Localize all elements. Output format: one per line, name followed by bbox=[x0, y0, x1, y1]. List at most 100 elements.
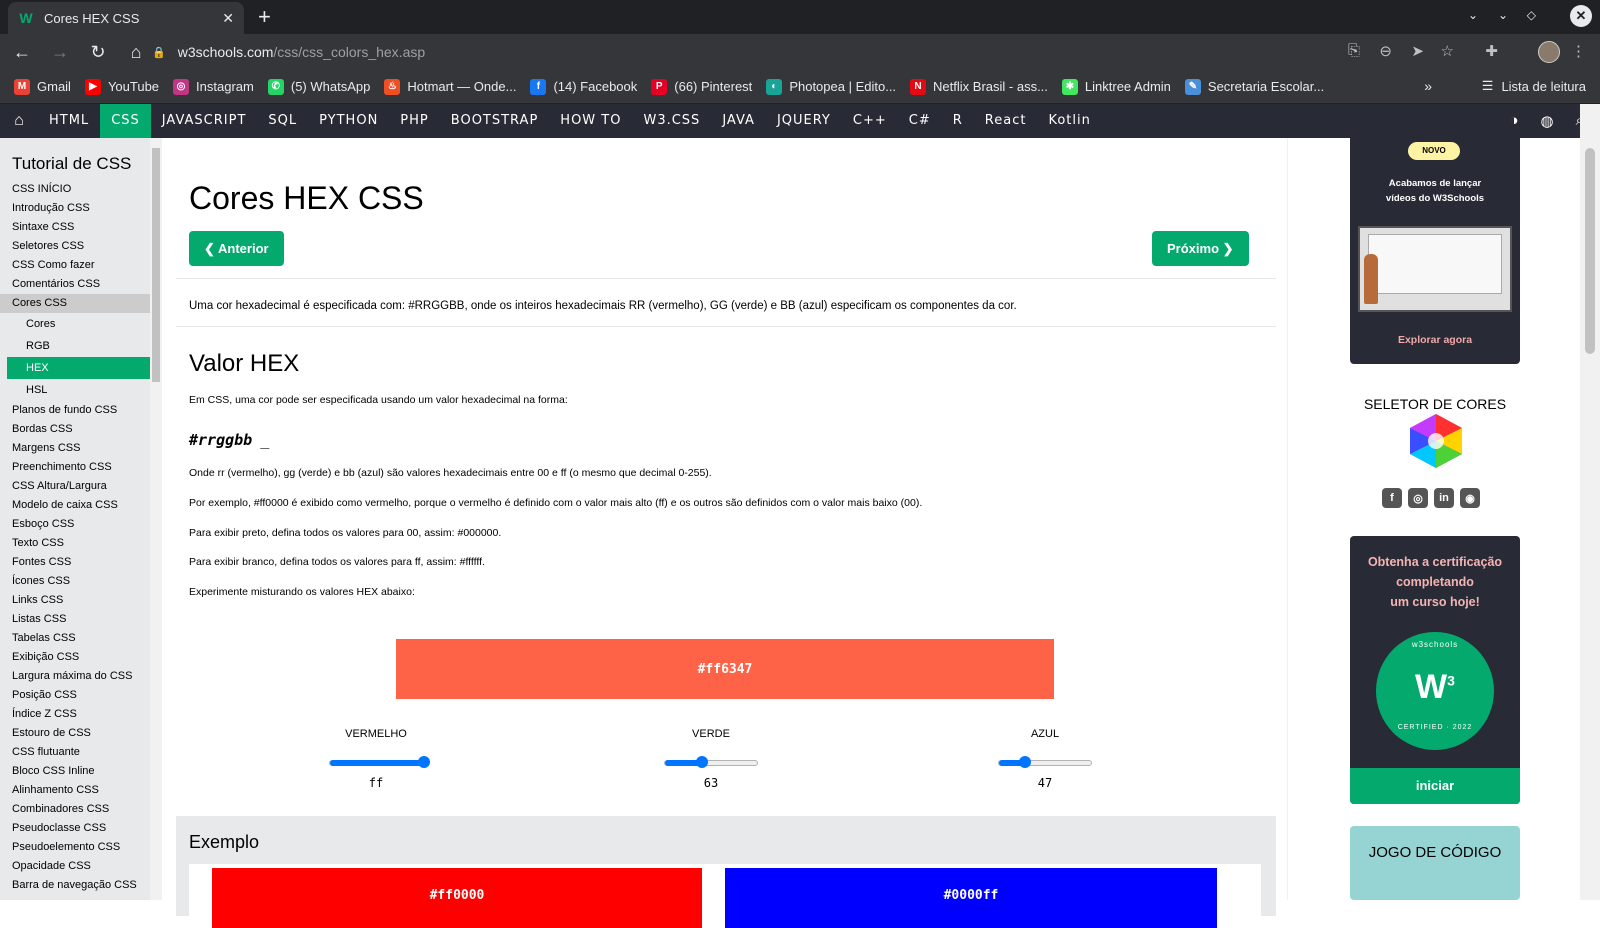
bookmark-whatsapp[interactable]: ✆ (5) WhatsApp bbox=[267, 78, 370, 95]
sidebar-link[interactable]: Estouro de CSS bbox=[0, 724, 160, 743]
sidebar-link[interactable]: Modelo de caixa CSS bbox=[0, 496, 160, 515]
sidebar-link[interactable]: Alinhamento CSS bbox=[0, 781, 160, 800]
translate-icon[interactable]: ⎘ bbox=[1348, 42, 1360, 59]
sidebar-link-colors-section[interactable]: Cores CSS bbox=[0, 294, 160, 313]
code-game-card[interactable]: JOGO DE CÓDIGO bbox=[1350, 826, 1520, 900]
green-slider[interactable] bbox=[664, 756, 758, 768]
discord-icon[interactable]: ◉ bbox=[1460, 488, 1480, 508]
topnav-item-how-to[interactable]: HOW TO bbox=[549, 104, 632, 138]
sidebar-link[interactable]: Introdução CSS bbox=[0, 199, 160, 218]
sidebar-link[interactable]: Exibição CSS bbox=[0, 648, 160, 667]
topnav-item-php[interactable]: PHP bbox=[389, 104, 439, 138]
sidebar-link[interactable]: Preenchimento CSS bbox=[0, 458, 160, 477]
sidebar-link[interactable]: Combinadores CSS bbox=[0, 800, 160, 819]
topnav-item-w3-css[interactable]: W3.CSS bbox=[632, 104, 711, 138]
sidebar-link[interactable]: CSS INÍCIO bbox=[0, 180, 160, 199]
sidebar-link[interactable]: Esboço CSS bbox=[0, 515, 160, 534]
sidebar-link[interactable]: CSS Como fazer bbox=[0, 256, 160, 275]
explore-link[interactable]: Explorar agora bbox=[1350, 334, 1520, 346]
topnav-item-jquery[interactable]: JQUERY bbox=[766, 104, 842, 138]
sidebar-link[interactable]: Barra de navegação CSS bbox=[0, 876, 160, 895]
lock-icon[interactable]: 🔒 bbox=[152, 46, 166, 59]
sidebar-subitem-cores[interactable]: Cores bbox=[7, 313, 150, 335]
topnav-item-c-[interactable]: C++ bbox=[842, 104, 898, 138]
linkedin-icon[interactable]: in bbox=[1434, 488, 1454, 508]
instagram-icon[interactable]: ◎ bbox=[1408, 488, 1428, 508]
bookmark-secretaria[interactable]: ✎ Secretaria Escolar... bbox=[1184, 78, 1324, 95]
color-picker-title[interactable]: SELETOR DE CORES bbox=[1326, 396, 1544, 412]
sidebar-subitem-rgb[interactable]: RGB bbox=[7, 335, 150, 357]
red-slider-thumb[interactable] bbox=[418, 756, 430, 768]
sidebar-link[interactable]: Comentários CSS bbox=[0, 275, 160, 294]
bookmark-netflix[interactable]: N Netflix Brasil - ass... bbox=[910, 78, 1048, 95]
forward-icon[interactable]: → bbox=[44, 42, 76, 63]
menu-dots-icon[interactable]: ⋮ bbox=[1571, 42, 1586, 60]
bookmark-star-icon[interactable]: ☆ bbox=[1441, 42, 1454, 60]
address-bar[interactable]: 🔒 w3schools.com/css/css_colors_hex.asp bbox=[142, 38, 1342, 66]
reload-icon[interactable]: ↻ bbox=[82, 42, 114, 63]
topnav-item-python[interactable]: PYTHON bbox=[308, 104, 389, 138]
zoom-icon[interactable]: ⊖ bbox=[1379, 42, 1392, 60]
sidebar-link[interactable]: Tabelas CSS bbox=[0, 629, 160, 648]
tab-close-icon[interactable]: ✕ bbox=[222, 10, 234, 27]
blue-slider[interactable] bbox=[998, 756, 1092, 768]
next-button[interactable]: Próximo ❯ bbox=[1152, 231, 1249, 266]
bookmark-hotmart[interactable]: ♨ Hotmart — Onde... bbox=[384, 78, 516, 95]
send-icon[interactable]: ➤ bbox=[1411, 42, 1424, 60]
bookmark-photopea[interactable]: ◐ Photopea | Edito... bbox=[766, 78, 896, 95]
sidebar-link[interactable]: Posição CSS bbox=[0, 686, 160, 705]
sidebar-link[interactable]: Fontes CSS bbox=[0, 553, 160, 572]
sidebar-link[interactable]: Bordas CSS bbox=[0, 420, 160, 439]
sidebar-subitem-hsl[interactable]: HSL bbox=[7, 379, 150, 401]
back-icon[interactable]: ← bbox=[6, 42, 38, 63]
sidebar-link[interactable]: Planos de fundo CSS bbox=[0, 401, 160, 420]
blue-slider-thumb[interactable] bbox=[1019, 756, 1032, 768]
promo-video-thumbnail[interactable] bbox=[1358, 226, 1512, 312]
browser-tab[interactable]: W Cores HEX CSS ✕ bbox=[8, 2, 244, 34]
home-icon[interactable]: ⌂ bbox=[0, 112, 38, 130]
sidebar-link[interactable]: Sintaxe CSS bbox=[0, 218, 160, 237]
reading-list-button[interactable]: ☰ Lista de leitura bbox=[1482, 78, 1586, 94]
topnav-item-css[interactable]: CSS bbox=[100, 104, 151, 138]
topnav-item-javascript[interactable]: JAVASCRIPT bbox=[151, 104, 258, 138]
sidebar-link[interactable]: Largura máxima do CSS bbox=[0, 667, 160, 686]
sidebar-link[interactable]: Margens CSS bbox=[0, 439, 160, 458]
sidebar-subitem-hex[interactable]: HEX bbox=[7, 357, 150, 379]
bookmark-pinterest[interactable]: P (66) Pinterest bbox=[651, 78, 752, 95]
page-scrollbar-thumb[interactable] bbox=[1585, 148, 1595, 354]
video-promo-card[interactable]: NOVO Acabamos de lançar vídeos do W3Schoo… bbox=[1350, 138, 1520, 364]
bookmark-facebook[interactable]: f (14) Facebook bbox=[530, 78, 637, 95]
sidebar-link[interactable]: Listas CSS bbox=[0, 610, 160, 629]
topnav-item-react[interactable]: React bbox=[974, 104, 1038, 138]
topnav-item-java[interactable]: JAVA bbox=[711, 104, 766, 138]
bookmarks-overflow-icon[interactable]: » bbox=[1424, 78, 1432, 94]
sidebar-link[interactable]: CSS flutuante bbox=[0, 743, 160, 762]
profile-avatar[interactable] bbox=[1538, 41, 1560, 63]
bookmark-linktree[interactable]: ✱ Linktree Admin bbox=[1061, 78, 1171, 95]
theme-toggle-icon[interactable]: ◑ bbox=[1509, 112, 1518, 130]
sidebar-link[interactable]: CSS Altura/Largura bbox=[0, 477, 160, 496]
green-slider-thumb[interactable] bbox=[695, 756, 708, 768]
bookmark-youtube[interactable]: ▶ YouTube bbox=[84, 78, 159, 95]
sidebar-link[interactable]: Pseudoelemento CSS bbox=[0, 838, 160, 857]
facebook-icon[interactable]: f bbox=[1382, 488, 1402, 508]
sidebar-link[interactable]: Ícones CSS bbox=[0, 572, 160, 591]
sidebar-link[interactable]: Seletores CSS bbox=[0, 237, 160, 256]
topnav-item-bootstrap[interactable]: BOOTSTRAP bbox=[440, 104, 550, 138]
start-button[interactable]: iniciar bbox=[1350, 768, 1520, 804]
sidebar-link[interactable]: Texto CSS bbox=[0, 534, 160, 553]
window-close-button[interactable]: ✕ bbox=[1570, 5, 1592, 27]
previous-button[interactable]: ❮ Anterior bbox=[189, 231, 284, 266]
sidebar-scrollbar-thumb[interactable] bbox=[152, 148, 160, 382]
tab-search-icon[interactable]: ⌄ bbox=[1468, 8, 1478, 22]
color-wheel-icon[interactable] bbox=[1406, 414, 1466, 468]
red-slider[interactable] bbox=[329, 756, 430, 768]
bookmark-instagram[interactable]: ◎ Instagram bbox=[173, 78, 254, 95]
sidebar-link[interactable]: Índice Z CSS bbox=[0, 705, 160, 724]
topnav-item-kotlin[interactable]: Kotlin bbox=[1037, 104, 1101, 138]
sidebar-link[interactable]: Opacidade CSS bbox=[0, 857, 160, 876]
topnav-item-sql[interactable]: SQL bbox=[257, 104, 308, 138]
topnav-item-c-[interactable]: C# bbox=[898, 104, 942, 138]
page-scrollbar[interactable] bbox=[1580, 104, 1600, 900]
minimize-icon[interactable]: ⌄ bbox=[1498, 8, 1508, 22]
